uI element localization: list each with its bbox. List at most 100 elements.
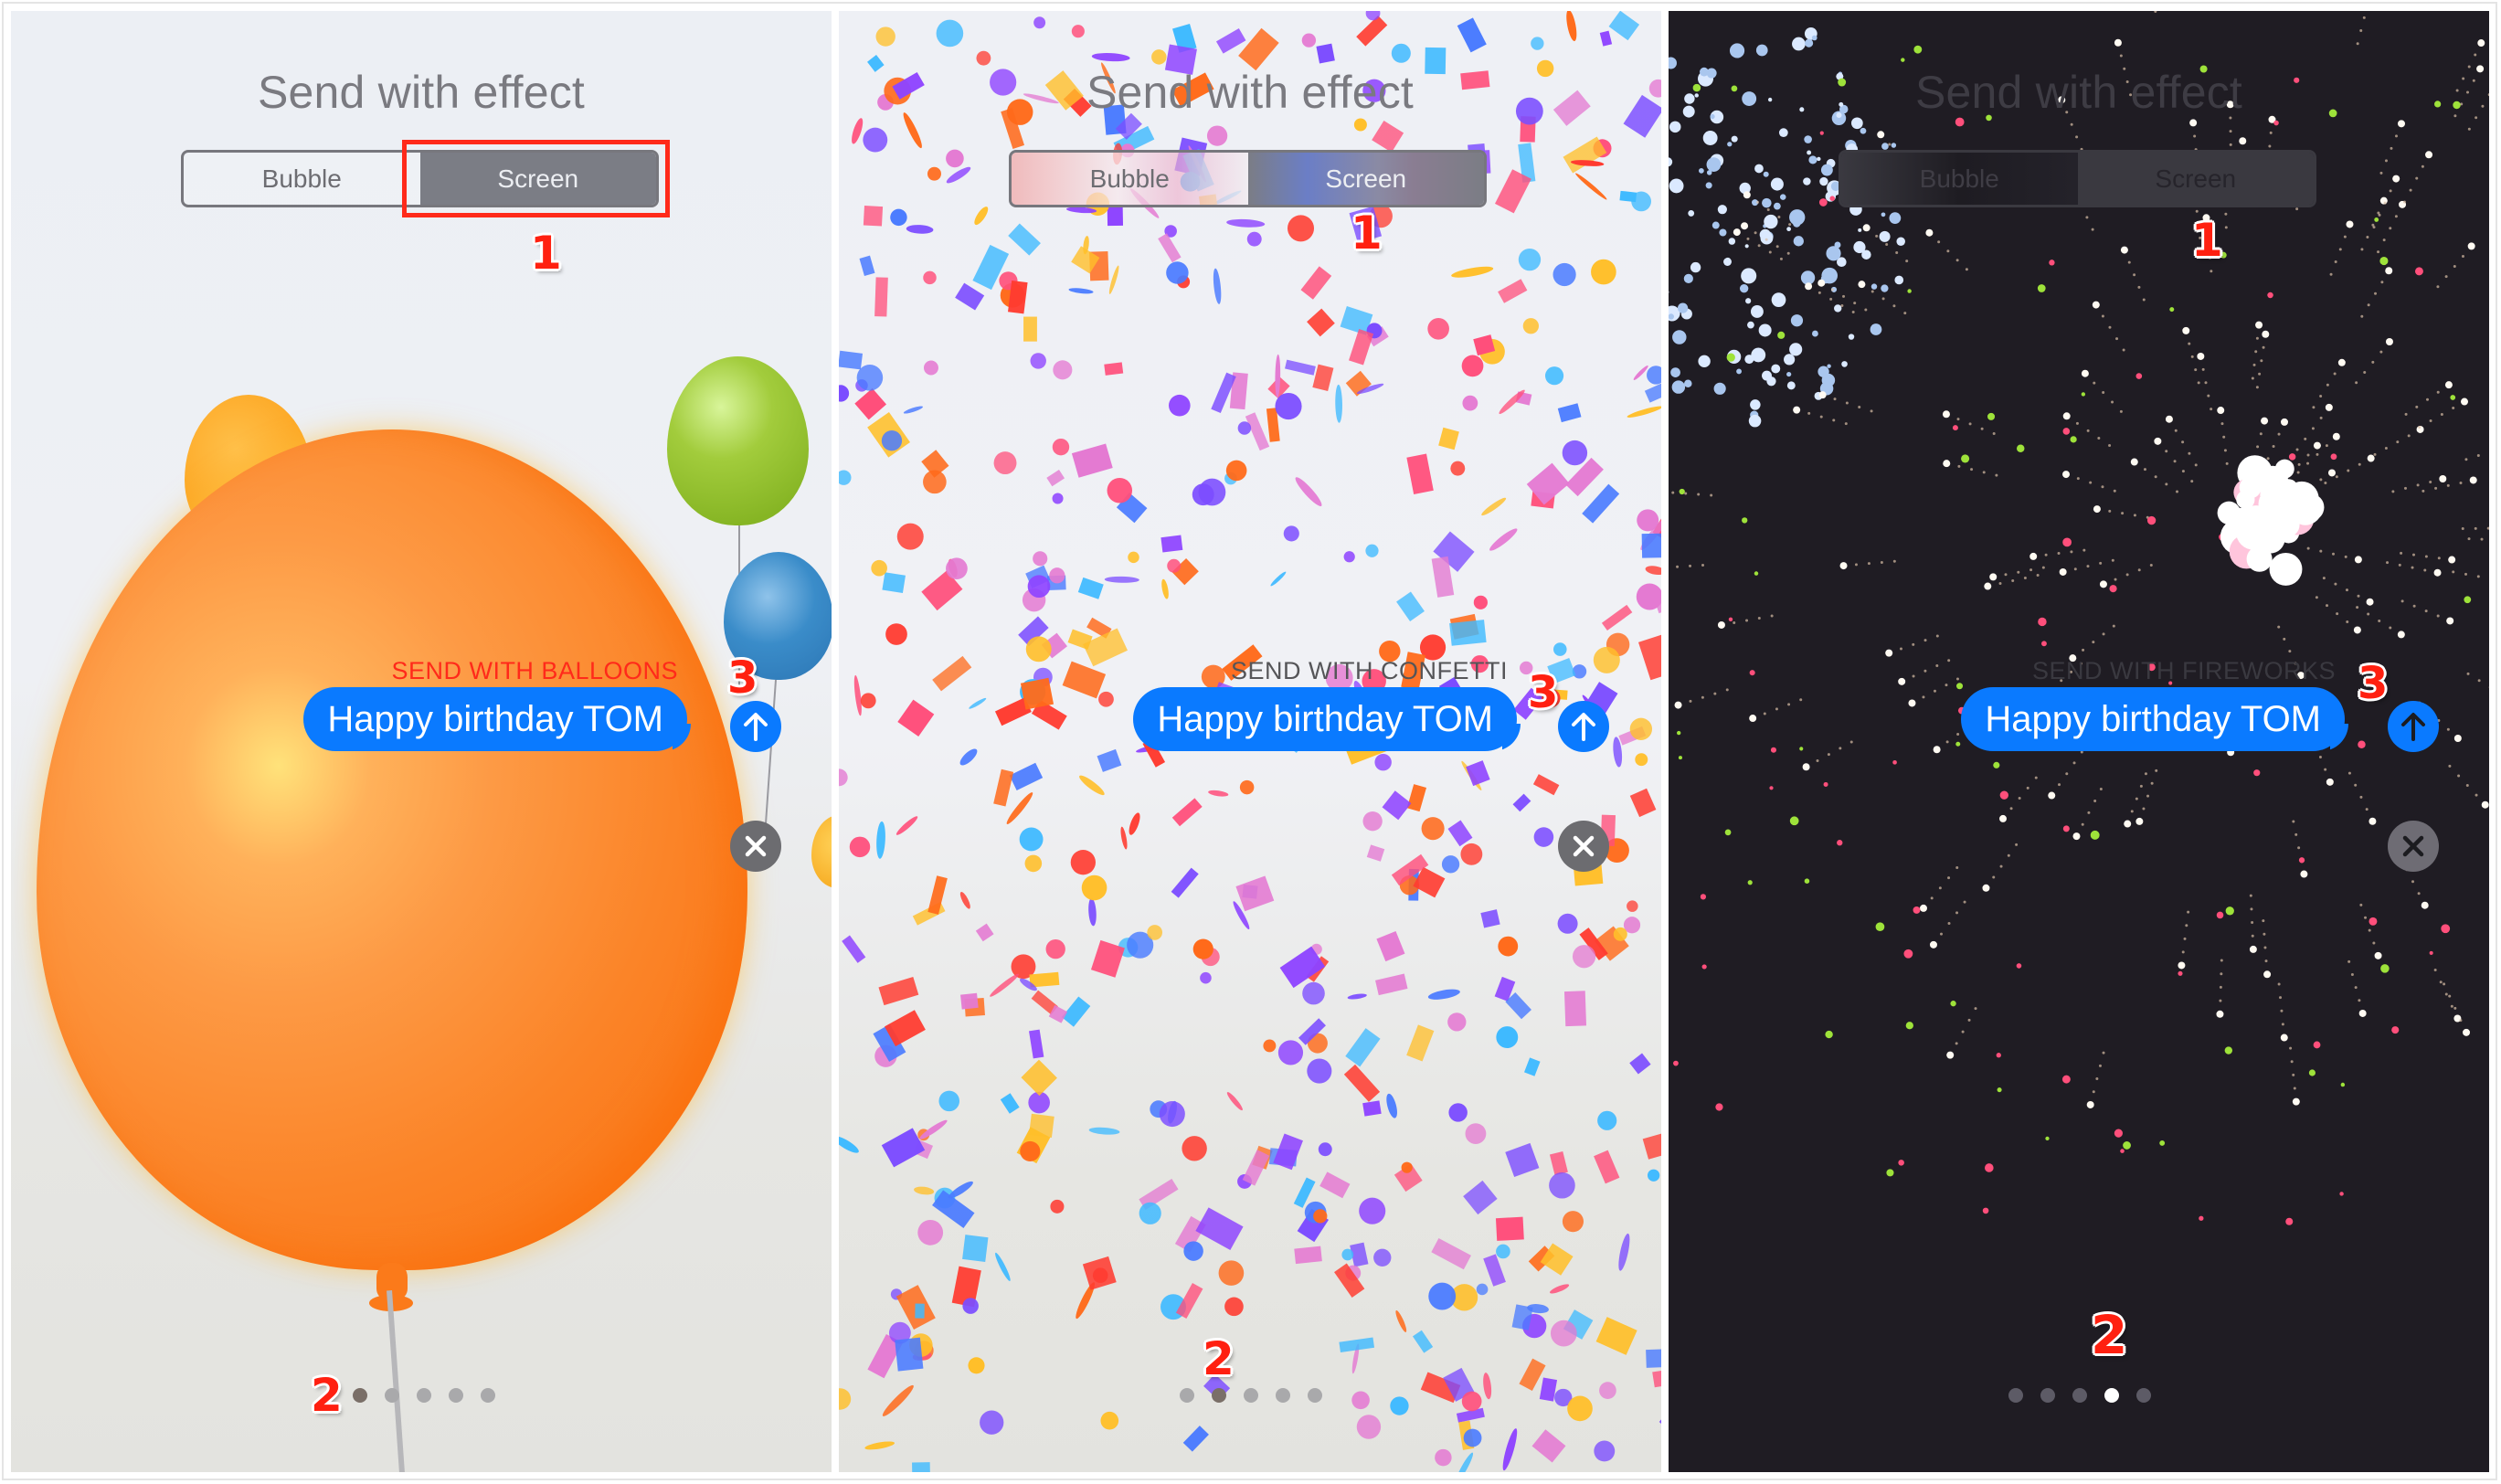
confetti-piece	[1300, 266, 1332, 300]
firework-streak	[2085, 216, 2089, 219]
firework-streak	[2263, 970, 2272, 979]
segment-bubble[interactable]: Bubble	[1841, 153, 2078, 205]
page-dot-4[interactable]	[449, 1388, 463, 1403]
segment-bubble[interactable]: Bubble	[184, 153, 420, 205]
send-button[interactable]	[730, 701, 781, 752]
firework-streak	[1733, 228, 1741, 237]
confetti-piece	[1447, 820, 1473, 847]
firework-streak	[1955, 1042, 1958, 1045]
confetti-piece	[1345, 1028, 1381, 1067]
firework-dot	[2016, 963, 2022, 969]
confetti-piece	[864, 1441, 895, 1450]
segment-screen[interactable]: Screen	[2077, 153, 2314, 205]
firework-streak	[1947, 922, 1951, 926]
page-dot-5[interactable]	[2136, 1388, 2151, 1403]
firework-streak	[2306, 453, 2310, 457]
balloon-string	[387, 1290, 405, 1472]
message-text: Happy birthday TOM	[1985, 698, 2321, 739]
firework-streak	[2437, 556, 2441, 560]
page-dot-1[interactable]	[2008, 1388, 2023, 1403]
page-dot-4[interactable]	[2104, 1388, 2119, 1403]
firework-streak	[2448, 994, 2452, 998]
cancel-button[interactable]	[1558, 821, 1609, 872]
confetti-piece	[1572, 945, 1596, 969]
confetti-piece	[1365, 544, 1379, 557]
firework-streak	[2378, 619, 2381, 622]
confetti-piece	[839, 1388, 852, 1410]
segment-bubble[interactable]: Bubble	[1012, 153, 1248, 205]
firework-streak	[1817, 291, 1821, 294]
firework-streak	[2385, 267, 2393, 275]
confetti-piece	[859, 255, 875, 277]
confetti-piece	[1159, 1101, 1185, 1128]
effect-type-segmented-control[interactable]: Bubble Screen	[1839, 150, 2316, 207]
confetti-piece	[1335, 384, 1342, 423]
confetti-piece	[1046, 470, 1065, 487]
page-indicator[interactable]	[1180, 1388, 1322, 1403]
page-dot-4[interactable]	[1276, 1388, 1290, 1403]
firework-streak	[1898, 677, 1906, 685]
firework-streak	[2335, 475, 2338, 479]
confetti-piece	[976, 50, 991, 66]
confetti-piece	[1200, 971, 1212, 984]
confetti-piece	[1421, 817, 1445, 841]
firework-dot	[1677, 730, 1681, 736]
firework-streak	[2089, 481, 2093, 484]
page-dot-5[interactable]	[1308, 1388, 1322, 1403]
page-dot-1[interactable]	[1180, 1388, 1194, 1403]
annotation-step-2: 2	[2091, 1304, 2128, 1366]
firework-streak	[2259, 432, 2263, 436]
confetti-piece	[881, 430, 903, 451]
confetti-piece	[1613, 927, 1627, 941]
firework-dot	[2070, 436, 2077, 443]
send-button[interactable]	[1558, 701, 1609, 752]
firework-streak	[1764, 238, 1768, 241]
page-indicator[interactable]	[353, 1388, 495, 1403]
confetti-piece	[1512, 793, 1531, 812]
firework-streak	[2477, 679, 2481, 683]
firework-spark-blue	[1741, 268, 1757, 284]
page-dot-2[interactable]	[385, 1388, 399, 1403]
confetti-piece	[1382, 790, 1412, 821]
page-dot-3[interactable]	[1244, 1388, 1258, 1403]
confetti-piece	[1091, 53, 1130, 62]
firework-streak	[1870, 409, 1873, 413]
firework-dot	[2041, 641, 2047, 647]
firework-streak	[2459, 1019, 2463, 1023]
firework-dot	[1749, 670, 1755, 676]
firework-dot	[1903, 949, 1913, 959]
confetti-piece	[1449, 620, 1487, 646]
page-dot-5[interactable]	[481, 1388, 495, 1403]
firework-streak	[2467, 537, 2471, 541]
firework-spark-blue	[1677, 302, 1689, 313]
firework-streak	[1947, 876, 1951, 880]
confetti-piece	[1312, 364, 1334, 392]
confetti-piece	[1524, 1057, 1541, 1076]
segment-screen[interactable]: Screen	[1247, 153, 1484, 205]
send-button[interactable]	[2388, 701, 2439, 752]
firework-dot	[2450, 395, 2456, 400]
firework-streak	[1895, 251, 1899, 255]
page-dot-2[interactable]	[1212, 1388, 1226, 1403]
confetti-piece	[1572, 664, 1587, 679]
cancel-button[interactable]	[730, 821, 781, 872]
confetti-piece	[1062, 661, 1107, 699]
effect-type-segmented-control[interactable]: Bubble Screen	[1009, 150, 1487, 207]
page-dot-3[interactable]	[2072, 1388, 2087, 1403]
confetti-piece	[1071, 25, 1085, 38]
firework-streak	[1963, 900, 1966, 904]
firework-spark-blue	[1729, 43, 1745, 58]
firework-streak	[2436, 285, 2440, 289]
cancel-button[interactable]	[2388, 821, 2439, 872]
page-dot-3[interactable]	[417, 1388, 431, 1403]
firework-spark-blue	[1731, 135, 1738, 143]
page-dot-2[interactable]	[2040, 1388, 2055, 1403]
page-indicator[interactable]	[2008, 1388, 2151, 1403]
firework-streak	[2099, 580, 2107, 588]
firework-dot	[1819, 131, 1824, 135]
firework-dot	[1892, 760, 1897, 765]
page-dot-1[interactable]	[353, 1388, 367, 1403]
firework-streak	[2207, 394, 2210, 398]
firework-dot	[1982, 1207, 1989, 1214]
confetti-piece	[1496, 1244, 1510, 1259]
